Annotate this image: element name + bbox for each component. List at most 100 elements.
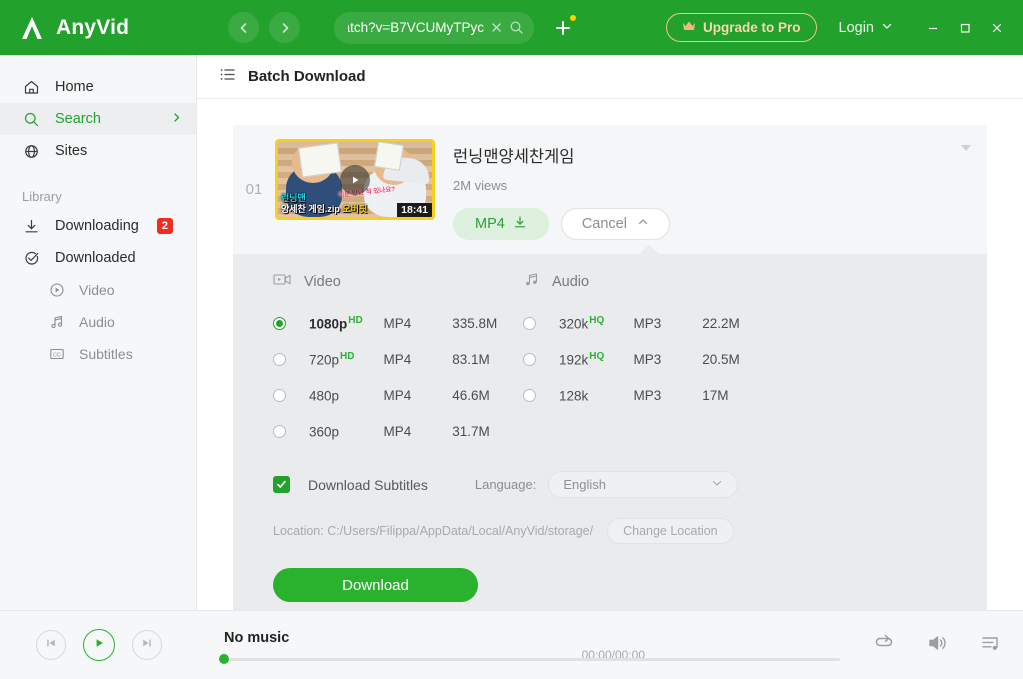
- audio-option-row[interactable]: 320kHQ MP3 22.2M: [523, 305, 769, 341]
- sidebar-item-audio[interactable]: Audio: [0, 306, 196, 338]
- video-quality: 720pHD: [309, 350, 355, 368]
- video-option-row[interactable]: 360p MP4 31.7M: [273, 413, 519, 449]
- location-row: Location: C:/Users/Filippa/AppData/Local…: [273, 518, 987, 544]
- brand-name: AnyVid: [56, 15, 130, 39]
- sidebar-item-home[interactable]: Home: [0, 71, 196, 103]
- mp4-download-button[interactable]: MP4: [453, 208, 549, 240]
- cancel-button[interactable]: Cancel: [560, 208, 670, 240]
- play-circle-icon: [48, 282, 66, 298]
- repeat-button[interactable]: [874, 632, 895, 658]
- progress-knob[interactable]: [219, 654, 229, 664]
- video-option-row[interactable]: 480p MP4 46.6M: [273, 377, 519, 413]
- chevron-down-icon: [881, 20, 893, 36]
- hd-badge: HD: [340, 350, 355, 362]
- main-header: Batch Download: [197, 55, 1023, 99]
- video-radio-1080p[interactable]: [273, 316, 286, 330]
- player-controls: [36, 629, 162, 661]
- progress-slider[interactable]: [219, 654, 840, 664]
- audio-column-header: Audio: [523, 272, 769, 291]
- maximize-button[interactable]: [951, 14, 979, 42]
- video-size: 46.6M: [452, 387, 490, 403]
- chevron-right-icon: [278, 21, 292, 35]
- video-camera-icon: [273, 272, 292, 291]
- thumbnail-caption-line2: 양세찬 게임.zip 오버핏: [281, 204, 368, 214]
- play-icon[interactable]: [340, 164, 370, 195]
- video-size: 335.8M: [452, 315, 498, 331]
- volume-button[interactable]: [927, 633, 949, 658]
- video-radio-720p[interactable]: [273, 352, 286, 366]
- clear-url-icon[interactable]: [490, 21, 503, 34]
- audio-quality: 320kHQ: [559, 314, 605, 332]
- sidebar-section-library: Library: [22, 189, 62, 204]
- video-option-row[interactable]: 720pHD MP4 83.1M: [273, 341, 519, 377]
- url-bar[interactable]: watch?v=B7VCUMyTPyc: [334, 11, 534, 44]
- mp4-label: MP4: [475, 216, 505, 232]
- downloading-count-badge: 2: [156, 218, 173, 234]
- playlist-button[interactable]: [981, 633, 1003, 658]
- sidebar-item-video[interactable]: Video: [0, 274, 196, 306]
- audio-format: MP3: [633, 315, 662, 331]
- audio-option-row[interactable]: 192kHQ MP3 20.5M: [523, 341, 769, 377]
- next-track-button[interactable]: [132, 630, 162, 660]
- play-button[interactable]: [83, 629, 115, 661]
- audio-quality: 192kHQ: [559, 350, 605, 368]
- sidebar-item-subtitles[interactable]: CC Subtitles: [0, 338, 196, 370]
- audio-radio-128k[interactable]: [523, 388, 536, 402]
- video-option-row[interactable]: 1080pHD MP4 335.8M: [273, 305, 519, 341]
- window-controls: [919, 14, 1011, 42]
- upgrade-label: Upgrade to Pro: [703, 20, 801, 35]
- audio-quality: 128k: [559, 388, 589, 404]
- player-track: No music 00:00/00:00: [219, 630, 840, 664]
- chevron-up-icon: [637, 216, 649, 232]
- minimize-button[interactable]: [919, 14, 947, 42]
- language-select[interactable]: English: [548, 471, 739, 498]
- list-icon: [219, 66, 236, 88]
- video-size: 31.7M: [452, 423, 490, 439]
- caret-down-icon[interactable]: [959, 140, 973, 158]
- close-button[interactable]: [983, 14, 1011, 42]
- music-note-icon: [523, 272, 540, 291]
- page-title: Batch Download: [248, 68, 366, 85]
- add-task-button[interactable]: [548, 13, 578, 43]
- video-views: 2M views: [453, 178, 508, 193]
- url-input[interactable]: watch?v=B7VCUMyTPyc: [348, 20, 484, 35]
- video-radio-480p[interactable]: [273, 388, 286, 402]
- audio-format: MP3: [633, 351, 662, 367]
- sidebar-item-sites[interactable]: Sites: [0, 135, 196, 167]
- anyvid-logo-icon: [18, 14, 46, 42]
- download-icon: [22, 218, 41, 235]
- audio-option-row[interactable]: 128k MP3 17M: [523, 377, 769, 413]
- format-panel: Video 1080pHD MP4 335.8M 720pHD MP4 83.1…: [233, 245, 987, 610]
- chevron-down-icon: [711, 477, 723, 492]
- previous-track-button[interactable]: [36, 630, 66, 660]
- skip-back-icon: [44, 636, 58, 655]
- upgrade-to-pro-button[interactable]: Upgrade to Pro: [666, 13, 817, 42]
- search-icon[interactable]: [509, 20, 524, 35]
- sidebar-item-downloaded[interactable]: Downloaded: [0, 242, 196, 274]
- audio-radio-192k[interactable]: [523, 352, 536, 366]
- video-quality: 360p: [309, 424, 340, 440]
- login-button[interactable]: Login: [839, 20, 893, 36]
- home-icon: [22, 79, 41, 96]
- video-thumbnail[interactable]: 이분 만난 적 있나요? 런닝맨 양세찬 게임.zip 오버핏 18:41: [275, 139, 435, 220]
- change-location-button[interactable]: Change Location: [607, 518, 734, 544]
- download-subtitles-checkbox[interactable]: [273, 476, 290, 493]
- audio-format: MP3: [633, 387, 662, 403]
- music-note-icon: [48, 314, 66, 330]
- main-content: Batch Download 01 이분 만난 적 있나요? 런닝맨 양세찬 게…: [197, 55, 1023, 610]
- sidebar-item-downloading[interactable]: Downloading 2: [0, 210, 196, 242]
- audio-column-label: Audio: [552, 273, 590, 290]
- back-button[interactable]: [228, 12, 259, 43]
- crown-icon: [682, 20, 696, 35]
- sidebar-item-search[interactable]: Search: [0, 103, 196, 135]
- forward-button[interactable]: [269, 12, 300, 43]
- progress-row: [219, 654, 840, 664]
- titlebar-right: Upgrade to Pro Login: [666, 13, 1023, 42]
- sidebar-item-label: Video: [79, 282, 115, 298]
- audio-radio-320k[interactable]: [523, 316, 536, 330]
- video-radio-360p[interactable]: [273, 424, 286, 438]
- audio-size: 17M: [702, 387, 729, 403]
- sidebar-item-label: Subtitles: [79, 346, 133, 362]
- download-button[interactable]: Download: [273, 568, 478, 602]
